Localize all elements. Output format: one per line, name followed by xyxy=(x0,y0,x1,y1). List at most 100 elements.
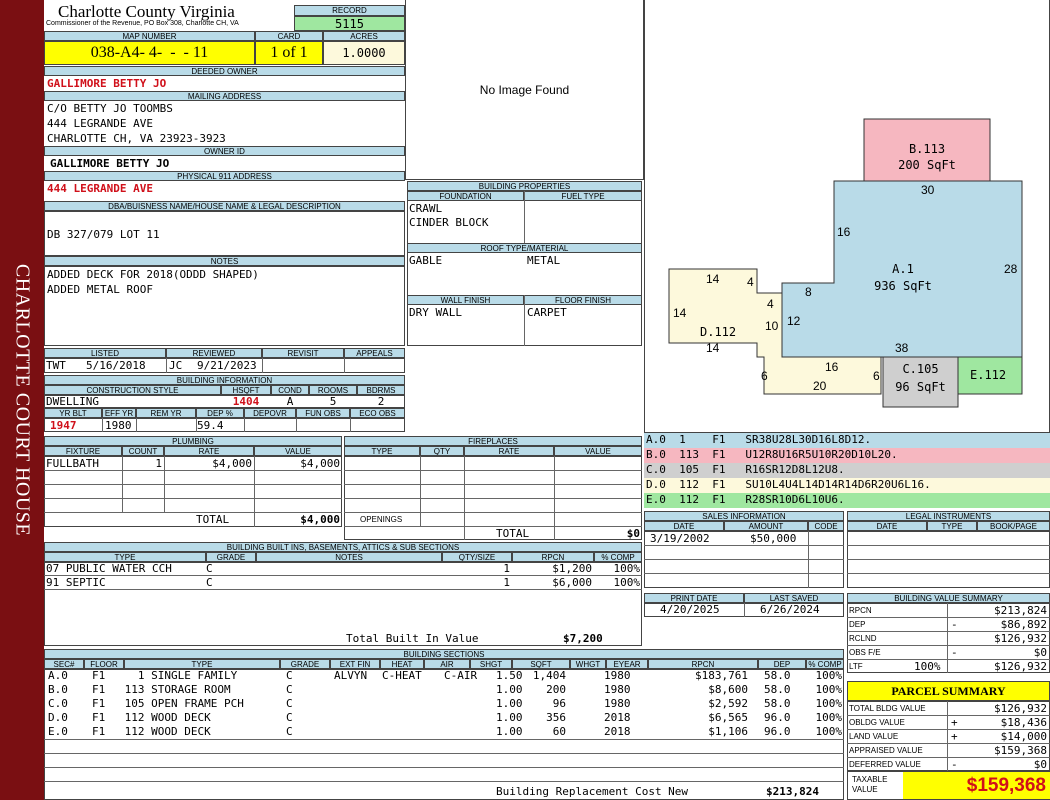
sec-rpcn: $2,592 xyxy=(708,697,748,710)
sketch-dim: 16 xyxy=(825,360,839,374)
floor-finish-value: CARPET xyxy=(527,306,567,319)
sec-rpcn: $183,761 xyxy=(695,669,748,682)
sec-col-air: AIR xyxy=(424,659,470,669)
sketch-dim: 4 xyxy=(767,297,774,311)
parcel-total-bldg-label: TOTAL BLDG VALUE xyxy=(849,704,926,713)
sec-sqft: 60 xyxy=(552,725,566,738)
sec-dep: 58.0 xyxy=(764,669,791,682)
appeals-label: APPEALS xyxy=(344,348,405,358)
eco-obs-label: ECO OBS xyxy=(350,408,405,418)
acres-label: ACRES xyxy=(323,31,405,41)
sec-floor: F1 xyxy=(92,711,106,724)
bvs-ltf-label: LTF xyxy=(849,662,863,671)
sec-shgt: 1.50 xyxy=(496,669,523,682)
bi-comp-label: % COMP xyxy=(594,552,642,562)
sec-col-sqft: SQFT xyxy=(512,659,570,669)
office-address: Commissioner of the Revenue, PO Box 308,… xyxy=(46,20,239,27)
foundation-line-2: CINDER BLOCK xyxy=(409,216,489,229)
bi-row-2-qty: 1 xyxy=(503,576,510,589)
parcel-deferred-label: DEFERRED VALUE xyxy=(849,760,921,769)
notes-label: NOTES xyxy=(44,256,405,266)
sec-floor: F1 xyxy=(92,683,106,696)
sketch-dim: 38 xyxy=(895,341,909,355)
sec-type: 1 SINGLE FAMILY xyxy=(118,669,238,682)
bi-row-2-grade: C xyxy=(206,576,213,589)
sec-eyear: 2018 xyxy=(604,711,631,724)
sec-col-type: TYPE xyxy=(124,659,280,669)
sec-floor: F1 xyxy=(92,669,106,682)
fun-obs-label: FUN OBS xyxy=(296,408,350,418)
county-title: Charlotte County Virginia xyxy=(58,2,235,21)
sections-total-label: Building Replacement Cost New xyxy=(496,785,689,798)
sec-grade: C xyxy=(286,669,293,682)
notes-line-1: ADDED DECK FOR 2018(ODDD SHAPED) xyxy=(47,268,259,281)
sales-amount-label: AMOUNT xyxy=(724,521,808,531)
bvs-dep-value: $86,892 xyxy=(1000,618,1047,631)
bi-type-label: TYPE xyxy=(44,552,206,562)
sec-air: C-AIR xyxy=(444,669,478,682)
sections-row: D.0 F1 112 WOOD DECK C 1.00 356 2018 $6,… xyxy=(44,711,844,724)
parcel-summary-title: PARCEL SUMMARY xyxy=(847,681,1050,701)
parcel-land-label: LAND VALUE xyxy=(849,732,899,741)
plumbing-rate: $4,000 xyxy=(212,457,252,470)
cond-value: A xyxy=(286,395,294,408)
plumbing-fixture: FULLBATH xyxy=(46,457,99,470)
deeded-owner-value: GALLIMORE BETTY JO xyxy=(47,77,167,90)
sec-type: 113 STORAGE ROOM xyxy=(118,683,231,696)
print-date-label: PRINT DATE xyxy=(644,593,744,603)
wall-finish-value: DRY WALL xyxy=(409,306,462,319)
sec-dep: 58.0 xyxy=(764,697,791,710)
fp-total-label: TOTAL xyxy=(496,527,530,540)
acres-value: 1.0000 xyxy=(323,41,405,65)
sec-eyear: 1980 xyxy=(604,697,631,710)
sec-grade: C xyxy=(286,683,293,696)
sec-floor: F1 xyxy=(92,697,106,710)
sketch-dim: 12 xyxy=(787,314,801,328)
sec-eyear: 1980 xyxy=(604,683,631,696)
sidebar-title: CHARLOTTE COURT HOUSE xyxy=(11,263,34,537)
sec-type: 112 WOOD DECK xyxy=(118,725,211,738)
sec-col-dep: DEP xyxy=(758,659,806,669)
taxable-value: $159,368 xyxy=(903,772,1050,799)
vector-line-c: C.0 105 F1 R16SR12D8L12U8. xyxy=(644,463,1050,478)
bi-total-value: $7,200 xyxy=(563,632,603,645)
listed-label: LISTED xyxy=(44,348,166,358)
sketch-d-code: D.112 xyxy=(700,325,737,339)
sec-rpcn: $1,106 xyxy=(708,725,748,738)
sec-floor: F1 xyxy=(92,725,106,738)
bi-row-2-comp: 100% xyxy=(613,576,641,589)
sec-id: C.0 xyxy=(48,697,68,710)
bi-row-2-rpcn: $6,000 xyxy=(552,576,592,589)
plumbing-total-value: $4,000 xyxy=(300,513,340,526)
bvs-dep-label: DEP xyxy=(849,620,866,629)
dba-value: DB 327/079 LOT 11 xyxy=(47,228,160,241)
plumbing-value: $4,000 xyxy=(300,457,340,470)
construction-style-value: DWELLING xyxy=(46,395,99,408)
bvs-rpcn-value: $213,824 xyxy=(994,604,1047,617)
fp-value-label: VALUE xyxy=(554,446,642,456)
sec-dep: 96.0 xyxy=(764,711,791,724)
eff-yr-value: 1980 xyxy=(105,419,132,432)
legal-date-label: DATE xyxy=(847,521,927,531)
parcel-deferred-value: $0 xyxy=(1033,758,1047,771)
sec-comp: 100% xyxy=(815,725,843,738)
bi-row-1-type: 07 PUBLIC WATER CCH xyxy=(46,562,172,575)
fixture-label: FIXTURE xyxy=(44,446,122,456)
card-value: 1 of 1 xyxy=(255,41,323,65)
map-number-value: 038-A4- 4- - - 11 xyxy=(44,41,255,65)
reviewed-by: JC xyxy=(169,359,183,372)
sketch-c-area: 96 SqFt xyxy=(895,380,946,394)
sec-type: 112 WOOD DECK xyxy=(118,711,211,724)
sketch-dim: 6 xyxy=(873,369,880,383)
vector-list: A.0 1 F1 SR38U28L30D16L8D12. B.0 113 F1 … xyxy=(644,433,1050,508)
sec-type: 105 OPEN FRAME PCH xyxy=(118,697,244,710)
sec-grade: C xyxy=(286,725,293,738)
fp-type-label: TYPE xyxy=(344,446,420,456)
sec-shgt: 1.00 xyxy=(496,711,523,724)
dba-label: DBA/BUISNESS NAME/HOUSE NAME & LEGAL DES… xyxy=(44,201,405,211)
vector-line-b: B.0 113 F1 U12R8U16R5U10R20D10L20. xyxy=(644,448,1050,463)
foundation-label: FOUNDATION xyxy=(407,191,524,201)
parcel-obldg-label: OBLDG VALUE xyxy=(849,718,905,727)
sec-col-whgt: WHGT xyxy=(570,659,606,669)
fuel-type-label: FUEL TYPE xyxy=(524,191,642,201)
